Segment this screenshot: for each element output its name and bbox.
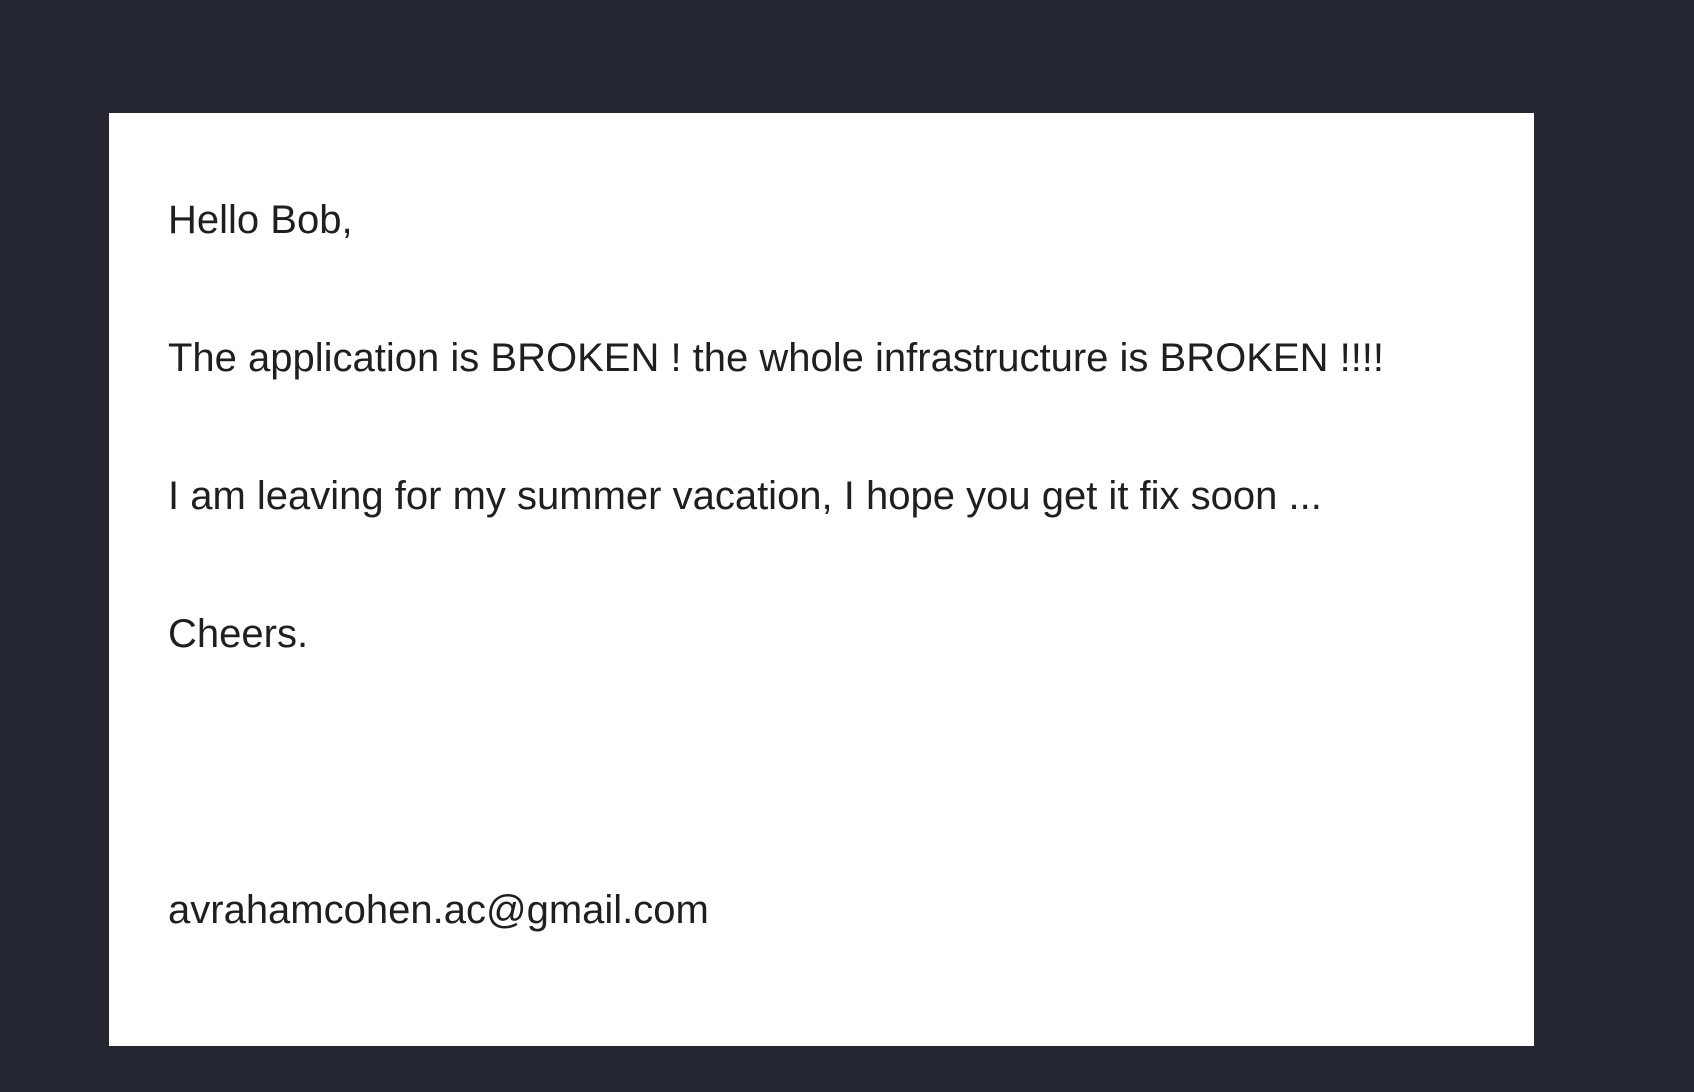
letter-paragraph-vacation: I am leaving for my summer vacation, I h… <box>168 474 1322 518</box>
signature-email: avrahamcohen.ac@gmail.com <box>168 888 709 932</box>
document-page: Hello Bob, The application is BROKEN ! t… <box>109 113 1534 1046</box>
letter-closing: Cheers. <box>168 612 309 656</box>
letter-greeting: Hello Bob, <box>168 198 353 242</box>
letter-paragraph-broken: The application is BROKEN ! the whole in… <box>168 336 1385 380</box>
